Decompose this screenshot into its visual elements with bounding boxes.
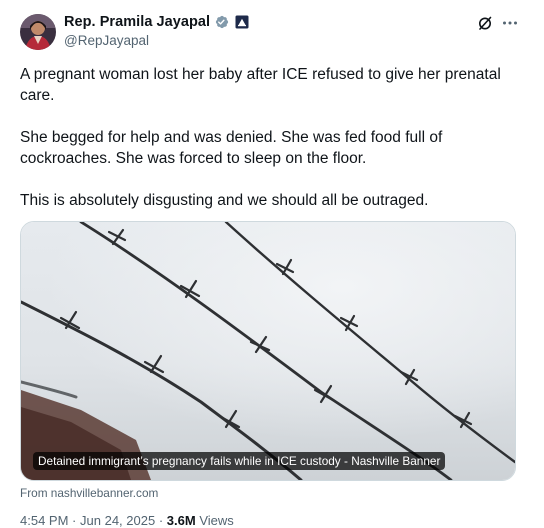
grok-icon[interactable] [477,15,493,31]
link-card-source[interactable]: From nashvillebanner.com [20,486,158,500]
meta-separator: · [158,513,164,528]
meta-separator: · [72,513,77,528]
avatar-image [20,14,56,50]
avatar[interactable] [20,14,56,50]
tweet-date[interactable]: Jun 24, 2025 [80,513,155,528]
tweet-time[interactable]: 4:54 PM [20,513,68,528]
views-count: 3.6M [166,513,196,528]
barbed-wire-image [21,222,515,480]
author-name-row[interactable]: Rep. Pramila Jayapal [64,14,249,30]
tweet-paragraph: She begged for help and was denied. She … [20,129,443,167]
government-badge-icon [235,15,249,29]
link-card-caption[interactable]: Detained immigrant’s pregnancy fails whi… [33,452,446,470]
tweet-paragraph: A pregnant woman lost her baby after ICE… [20,66,501,104]
tweet-meta: 4:54 PM · Jun 24, 2025 · 3.6M Views [20,513,234,528]
link-preview-card[interactable]: Detained immigrant’s pregnancy fails whi… [20,221,516,481]
views-label: Views [199,513,234,528]
author-display-name[interactable]: Rep. Pramila Jayapal [64,14,210,30]
verified-badge-icon [214,14,230,30]
tweet-paragraph: This is absolutely disgusting and we sho… [20,192,429,209]
author-handle[interactable]: @RepJayapal [64,33,149,48]
more-options-icon[interactable] [500,13,520,33]
tweet-text: A pregnant woman lost her baby after ICE… [20,64,520,232]
